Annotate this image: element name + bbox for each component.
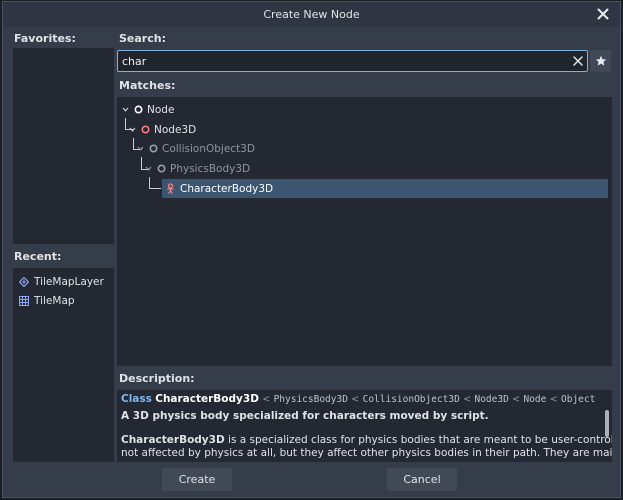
chevron-down-icon[interactable] xyxy=(136,144,145,153)
search-row xyxy=(117,50,611,72)
favorites-list[interactable] xyxy=(13,48,114,244)
dialog-titlebar: Create New Node xyxy=(3,2,620,27)
create-node-dialog: Create New Node Favorites: Recent: TileM… xyxy=(2,1,621,498)
node-icon xyxy=(157,164,166,173)
dialog-title: Create New Node xyxy=(263,8,360,21)
inherit-class-link[interactable]: PhysicsBody3D xyxy=(274,394,348,405)
recent-item-label: TileMap xyxy=(34,294,75,307)
tree-item-label: CharacterBody3D xyxy=(180,182,274,195)
clear-icon[interactable] xyxy=(571,54,585,68)
description-body-line: CharacterBody3D is a specialized class f… xyxy=(121,434,612,446)
tree-item-physicsbody3d[interactable]: PhysicsBody3D xyxy=(144,159,250,178)
description-panel: Class CharacterBody3D < PhysicsBody3D < … xyxy=(117,390,612,462)
search-label: Search: xyxy=(119,32,166,45)
node-icon xyxy=(134,105,143,114)
class-inheritance-line: Class CharacterBody3D < PhysicsBody3D < … xyxy=(121,393,595,405)
inherit-class-link[interactable]: CollisionObject3D xyxy=(363,394,460,405)
chevron-down-icon[interactable] xyxy=(144,164,153,173)
tree-item-label: CollisionObject3D xyxy=(162,142,255,155)
class-keyword: Class xyxy=(121,393,152,405)
inherit-separator: < xyxy=(549,394,558,405)
matches-label: Matches: xyxy=(119,79,176,92)
star-icon xyxy=(595,55,606,66)
recent-item-label: TileMapLayer xyxy=(34,275,104,288)
recent-list: TileMapLayer TileMap xyxy=(13,268,114,462)
tilemaplayer-icon xyxy=(19,276,29,287)
inherit-separator: < xyxy=(351,394,360,405)
search-input[interactable] xyxy=(117,50,588,72)
recent-item-tilemap[interactable]: TileMap xyxy=(13,291,114,310)
tree-guide xyxy=(149,177,161,189)
inherit-class-link[interactable]: Node xyxy=(523,394,546,405)
class-name: CharacterBody3D xyxy=(155,393,259,405)
chevron-down-icon[interactable] xyxy=(128,125,137,134)
description-label: Description: xyxy=(119,372,195,385)
characterbody3d-icon xyxy=(167,183,174,194)
tree-item-characterbody3d[interactable]: CharacterBody3D xyxy=(162,179,608,198)
inherit-separator: < xyxy=(463,394,472,405)
description-body-text: is a specialized class for physics bodie… xyxy=(228,434,612,446)
recent-label: Recent: xyxy=(14,250,62,263)
favorites-label: Favorites: xyxy=(14,32,76,45)
inherit-class-link[interactable]: Node3D xyxy=(474,394,508,405)
tree-item-node3d[interactable]: Node3D xyxy=(128,120,196,139)
description-body-line: not affected by physics at all, but they… xyxy=(121,447,612,459)
close-icon[interactable] xyxy=(594,5,612,23)
favorite-star-button[interactable] xyxy=(590,50,611,72)
cancel-button[interactable]: Cancel xyxy=(387,468,457,491)
node3d-icon xyxy=(141,125,150,134)
tilemap-icon xyxy=(19,295,29,306)
description-brief: A 3D physics body specialized for charac… xyxy=(121,410,489,422)
description-scrollbar[interactable] xyxy=(605,410,609,437)
tree-item-label: PhysicsBody3D xyxy=(170,162,251,175)
create-button[interactable]: Create xyxy=(162,468,232,491)
tree-item-collisionobject3d[interactable]: CollisionObject3D xyxy=(136,139,255,158)
inherit-separator: < xyxy=(512,394,521,405)
chevron-down-icon[interactable] xyxy=(121,105,130,114)
tree-item-label: Node3D xyxy=(154,123,197,136)
inherit-class-link[interactable]: Object xyxy=(561,394,595,405)
tree-item-label: Node xyxy=(147,103,175,116)
recent-item-tilemaplayer[interactable]: TileMapLayer xyxy=(13,272,114,291)
description-body-class: CharacterBody3D xyxy=(121,434,225,446)
node-icon xyxy=(149,144,158,153)
inherit-separator: < xyxy=(262,394,271,405)
matches-tree: Node Node3D CollisionObject3D PhysicsBod… xyxy=(117,97,612,366)
tree-item-node[interactable]: Node xyxy=(121,100,174,119)
